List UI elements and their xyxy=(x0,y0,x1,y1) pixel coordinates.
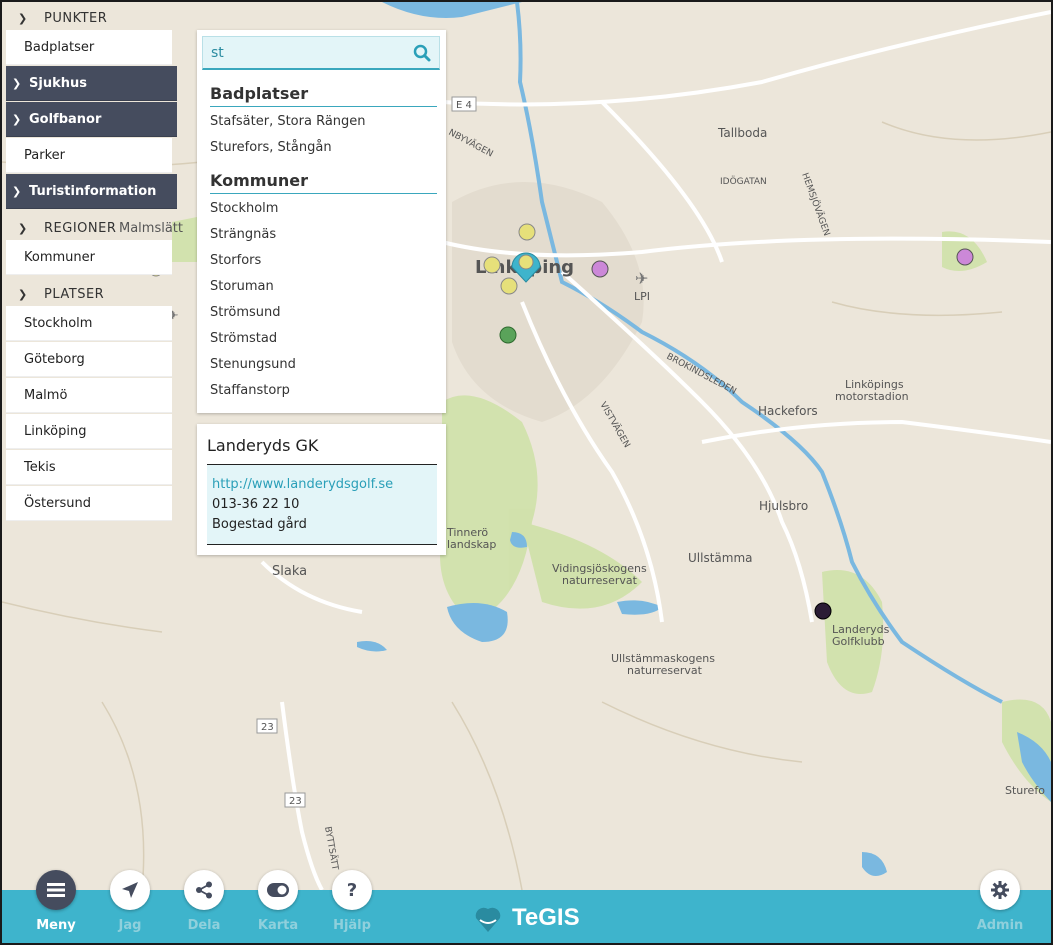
my-location-label: Jag xyxy=(118,918,142,933)
result-item[interactable]: Stenungsund xyxy=(210,357,296,372)
menu-item-tekis[interactable]: Tekis xyxy=(6,450,172,485)
section-title: PLATSER xyxy=(44,286,105,302)
share-label: Dela xyxy=(187,918,221,933)
result-group-title: Kommuner xyxy=(210,171,437,194)
chevron-down-icon: ❯ xyxy=(18,287,28,301)
chevron-down-icon: ❯ xyxy=(18,11,28,25)
my-location-button[interactable] xyxy=(110,870,150,910)
result-item[interactable]: Storuman xyxy=(210,279,274,294)
menu-button[interactable] xyxy=(36,870,76,910)
result-item[interactable]: Storfors xyxy=(210,253,261,268)
search-panel: Badplatser Stafsäter, Stora Rängen Sture… xyxy=(197,30,446,413)
help-button[interactable]: ? xyxy=(332,870,372,910)
menu-item-ostersund[interactable]: Östersund xyxy=(6,486,172,521)
help-label: Hjälp xyxy=(333,918,371,933)
chevron-right-icon: ❯ xyxy=(12,76,22,90)
admin-label: Admin xyxy=(976,918,1024,933)
map-label-hackefors: Hackefors xyxy=(758,404,818,418)
map-label-idogatan: IDÖGATAN xyxy=(720,176,767,187)
map-label-e4: E 4 xyxy=(456,100,472,111)
badplats-marker[interactable] xyxy=(483,256,501,274)
map-label-23b: 23 xyxy=(289,796,302,807)
menu-item-sjukhus[interactable]: ❯ Sjukhus xyxy=(6,66,177,101)
map-toggle-button[interactable] xyxy=(258,870,298,910)
result-group-title: Badplatser xyxy=(210,84,437,107)
result-item[interactable]: Stockholm xyxy=(210,201,278,216)
tegis-logo-icon xyxy=(475,907,501,932)
map-label-motorstadion: motorstadion xyxy=(835,390,909,403)
menu-item-turistinformation[interactable]: ❯ Turistinformation xyxy=(6,174,177,209)
section-header-platser[interactable]: ❯ PLATSER xyxy=(6,282,176,306)
address: Bogestad gård xyxy=(212,517,307,532)
logo-text: TeGIS xyxy=(512,904,580,931)
map-label-slaka: Slaka xyxy=(272,564,307,579)
sjukhus-marker[interactable] xyxy=(591,260,609,278)
admin-button[interactable] xyxy=(980,870,1020,910)
chevron-right-icon: ❯ xyxy=(12,112,22,126)
menu-item-parker[interactable]: Parker xyxy=(6,138,172,173)
info-panel: Landeryds GK http://www.landerydsgolf.se… xyxy=(197,424,446,555)
website-link[interactable]: http://www.landerydsgolf.se xyxy=(212,477,393,492)
section-title: PUNKTER xyxy=(44,10,108,26)
map-label-hjulsbro: Hjulsbro xyxy=(759,499,808,513)
map-label-tallboda: Tallboda xyxy=(717,126,767,140)
airport-icon: ✈ xyxy=(635,269,648,288)
park-marker[interactable] xyxy=(499,326,517,344)
badplats-marker[interactable] xyxy=(500,277,518,295)
info-title: Landeryds GK xyxy=(207,436,319,455)
map-toggle-label: Karta xyxy=(257,918,299,933)
menu-button-label: Meny xyxy=(36,918,76,933)
share-icon xyxy=(196,881,212,899)
sjukhus-marker[interactable] xyxy=(956,248,974,266)
map-label-golfklubb: Golfklubb xyxy=(832,635,885,648)
search-icon[interactable] xyxy=(413,44,431,62)
menu-item-kommuner[interactable]: Kommuner xyxy=(6,240,172,275)
map-label-ullstamma: Ullstämma xyxy=(688,551,753,565)
menu-item-golfbanor[interactable]: ❯ Golfbanor xyxy=(6,102,177,137)
result-item[interactable]: Strömsund xyxy=(210,305,281,320)
phone-number: 013-36 22 10 xyxy=(212,497,300,512)
hamburger-icon xyxy=(47,883,65,897)
location-arrow-icon xyxy=(122,882,138,898)
question-icon: ? xyxy=(346,879,358,901)
menu-item-goteborg[interactable]: Göteborg xyxy=(6,342,172,377)
map-label-landskap: landskap xyxy=(447,538,496,551)
map-label-naturreservat-1: naturreservat xyxy=(562,574,638,587)
bottom-toolbar: Meny Jag Dela Karta ? Hjälp TeGIS Admin xyxy=(2,870,1051,943)
menu-item-stockholm[interactable]: Stockholm xyxy=(6,306,172,341)
result-item[interactable]: Sturefors, Stångån xyxy=(210,140,332,155)
search-input[interactable] xyxy=(209,44,403,62)
section-header-punkter[interactable]: ❯ PUNKTER xyxy=(6,6,176,30)
share-button[interactable] xyxy=(184,870,224,910)
app-frame: E 4 Tallboda IDÖGATAN HEMSJÖVÄGEN LPI Ma… xyxy=(0,0,1053,945)
map-label-lpi: LPI xyxy=(634,290,650,303)
result-item[interactable]: Strömstad xyxy=(210,331,277,346)
search-box xyxy=(202,36,440,70)
menu-item-badplatser[interactable]: Badplatser xyxy=(6,30,172,65)
menu-item-linkoping[interactable]: Linköping xyxy=(6,414,172,449)
section-title: REGIONER xyxy=(44,220,117,236)
map-label-23a: 23 xyxy=(261,722,274,733)
chevron-down-icon: ❯ xyxy=(18,221,28,235)
section-header-regioner[interactable]: ❯ REGIONER xyxy=(6,216,176,240)
chevron-right-icon: ❯ xyxy=(12,184,22,198)
result-item[interactable]: Staffanstorp xyxy=(210,383,290,398)
tegis-logo: TeGIS xyxy=(472,900,580,936)
result-item[interactable]: Stafsäter, Stora Rängen xyxy=(210,114,366,129)
info-body: http://www.landerydsgolf.se 013-36 22 10… xyxy=(207,464,437,545)
map-label-sturefors: Sturefo xyxy=(1005,784,1045,797)
badplats-marker[interactable] xyxy=(518,223,536,241)
toggle-icon xyxy=(267,883,289,897)
result-item[interactable]: Strängnäs xyxy=(210,227,276,242)
golf-marker-selected[interactable] xyxy=(814,602,832,620)
gear-icon xyxy=(991,881,1009,899)
menu-item-malmo[interactable]: Malmö xyxy=(6,378,172,413)
map-label-naturreservat-2: naturreservat xyxy=(627,664,703,677)
